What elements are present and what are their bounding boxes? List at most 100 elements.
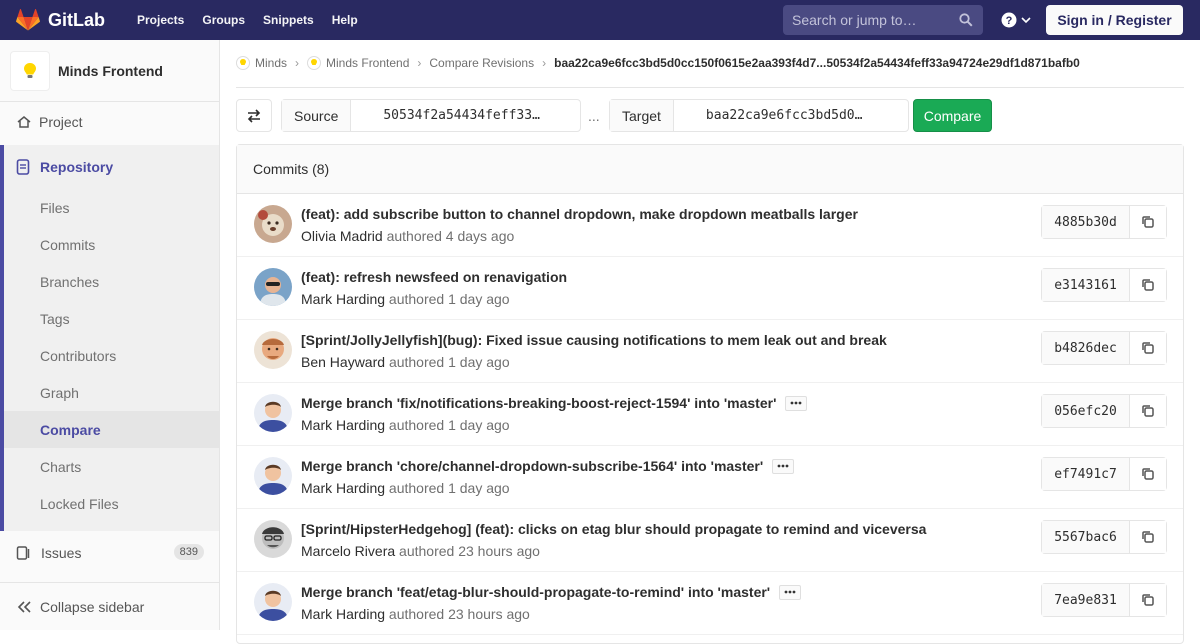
commit-sha-group: ef7491c7 (1041, 457, 1167, 491)
avatar[interactable] (254, 331, 292, 369)
sidebar-item-files[interactable]: Files (4, 189, 219, 226)
search-icon (959, 13, 973, 27)
commit-title-link[interactable]: Merge branch 'chore/channel-dropdown-sub… (301, 458, 763, 474)
nav-projects[interactable]: Projects (137, 13, 184, 27)
copy-sha-button[interactable] (1130, 458, 1166, 490)
commit-title-link[interactable]: (feat): refresh newsfeed on renavigation (301, 269, 567, 285)
expand-description-button[interactable] (772, 458, 795, 474)
sidebar-item-tags[interactable]: Tags (4, 300, 219, 337)
copy-sha-button[interactable] (1130, 521, 1166, 553)
commit-title-link[interactable]: (feat): add subscribe button to channel … (301, 206, 858, 222)
sidebar-item-charts[interactable]: Charts (4, 448, 219, 485)
commit-author[interactable]: Mark Harding (301, 480, 385, 496)
copy-sha-button[interactable] (1130, 269, 1166, 301)
commit-time: 1 day ago (448, 291, 510, 307)
chevron-right-icon: › (542, 56, 547, 70)
mark-harding-avatar (254, 268, 292, 306)
copy-sha-button[interactable] (1130, 332, 1166, 364)
breadcrumb-minds-frontend[interactable]: Minds Frontend (307, 56, 409, 70)
source-ref-value[interactable]: 50534f2a54434feff33… (351, 100, 540, 131)
sidebar-item-compare[interactable]: Compare (4, 411, 219, 448)
commit-sha-button[interactable]: 4885b30d (1042, 206, 1130, 238)
commit-sha-button[interactable]: 5567bac6 (1042, 521, 1130, 553)
commit-sha-group: e3143161 (1041, 268, 1167, 302)
commit-sha-button[interactable]: 7ea9e831 (1042, 584, 1130, 616)
sidebar-item-commits[interactable]: Commits (4, 226, 219, 263)
commit-title-link[interactable]: [Sprint/HipsterHedgehog] (feat): clicks … (301, 521, 926, 537)
sidebar-item-graph[interactable]: Graph (4, 374, 219, 411)
avatar[interactable] (254, 583, 292, 621)
avatar[interactable] (254, 520, 292, 558)
commit-title: Merge branch 'feat/etag-blur-should-prop… (301, 584, 802, 600)
sidebar-item-repository[interactable]: Repository (4, 145, 219, 189)
copy-sha-button[interactable] (1130, 206, 1166, 238)
avatar[interactable] (254, 268, 292, 306)
avatar[interactable] (254, 457, 292, 495)
breadcrumb-current[interactable]: baa22ca9e6fcc3bd5d0cc150f0615e2aa393f4d7… (554, 56, 1080, 70)
main-content: Minds › Minds Frontend › Compare Revisio… (220, 40, 1200, 644)
sidebar-item-project[interactable]: Project (0, 102, 219, 142)
chevron-right-icon: › (295, 56, 300, 70)
expand-description-button[interactable] (785, 395, 808, 411)
commit-sha-button[interactable]: e3143161 (1042, 269, 1130, 301)
authored-label: authored (388, 480, 445, 496)
project-header[interactable]: Minds Frontend (0, 40, 219, 102)
commit-author[interactable]: Mark Harding (301, 606, 385, 622)
commit-row: Merge branch 'fix/notifications-breaking… (237, 383, 1183, 446)
commit-title-link[interactable]: Merge branch 'feat/etag-blur-should-prop… (301, 584, 770, 600)
commit-time: 23 hours ago (448, 606, 530, 622)
nav-snippets[interactable]: Snippets (263, 13, 314, 27)
target-ref-selector[interactable]: Target baa22ca9e6fcc3bd5d0… (609, 99, 909, 132)
commit-author[interactable]: Ben Hayward (301, 354, 385, 370)
mark-harding-avatar (254, 457, 292, 495)
commit-meta: Mark Harding authored 1 day ago (301, 291, 510, 307)
commit-title-link[interactable]: [Sprint/JollyJellyfish](bug): Fixed issu… (301, 332, 887, 348)
source-label: Source (282, 100, 352, 131)
sidebar-item-branches[interactable]: Branches (4, 263, 219, 300)
search-input[interactable]: Search or jump to… (783, 5, 983, 35)
commit-sha-button[interactable]: b4826dec (1042, 332, 1130, 364)
swap-revisions-button[interactable] (236, 99, 272, 132)
commit-list: (feat): add subscribe button to channel … (237, 194, 1183, 635)
commit-time: 4 days ago (445, 228, 515, 244)
commit-sha-button[interactable]: ef7491c7 (1042, 458, 1130, 490)
ben-hayward-avatar (254, 331, 292, 369)
commit-author[interactable]: Mark Harding (301, 291, 385, 307)
copy-sha-button[interactable] (1130, 584, 1166, 616)
compare-button[interactable]: Compare (913, 99, 992, 132)
commit-sha-button[interactable]: 056efc20 (1042, 395, 1130, 427)
commit-sha-group: b4826dec (1041, 331, 1167, 365)
copy-icon (1142, 531, 1154, 543)
commit-meta: Ben Hayward authored 1 day ago (301, 354, 510, 370)
avatar[interactable] (254, 394, 292, 432)
top-navbar: GitLab Projects Groups Snippets Help Sea… (0, 0, 1200, 40)
sidebar-item-contributors[interactable]: Contributors (4, 337, 219, 374)
avatar[interactable] (254, 205, 292, 243)
expand-description-button[interactable] (779, 584, 802, 600)
gitlab-logo[interactable]: GitLab (16, 9, 105, 31)
double-chevron-left-icon (17, 600, 31, 613)
target-ref-value[interactable]: baa22ca9e6fcc3bd5d0… (674, 100, 863, 131)
breadcrumb-compare-revisions[interactable]: Compare Revisions (429, 56, 534, 70)
sidebar-item-issues[interactable]: Issues 839 (0, 533, 219, 573)
commit-author[interactable]: Olivia Madrid (301, 228, 383, 244)
authored-label: authored (388, 291, 445, 307)
commit-author[interactable]: Marcelo Rivera (301, 543, 395, 559)
nav-help[interactable]: Help (332, 13, 358, 27)
commit-row: [Sprint/HipsterHedgehog] (feat): clicks … (237, 509, 1183, 572)
sign-in-button[interactable]: Sign in / Register (1046, 5, 1183, 35)
document-icon (16, 159, 30, 175)
commit-title-link[interactable]: Merge branch 'fix/notifications-breaking… (301, 395, 776, 411)
source-ref-selector[interactable]: Source 50534f2a54434feff33… (281, 99, 581, 132)
nav-groups[interactable]: Groups (202, 13, 245, 27)
collapse-sidebar-button[interactable]: Collapse sidebar (0, 582, 219, 630)
commit-sha-group: 5567bac6 (1041, 520, 1167, 554)
commit-row: (feat): add subscribe button to channel … (237, 194, 1183, 257)
target-label: Target (610, 100, 674, 131)
copy-sha-button[interactable] (1130, 395, 1166, 427)
help-dropdown[interactable]: ? (1001, 12, 1031, 28)
commit-author[interactable]: Mark Harding (301, 417, 385, 433)
sidebar-item-locked-files[interactable]: Locked Files (4, 485, 219, 522)
copy-icon (1142, 216, 1154, 228)
breadcrumb-minds[interactable]: Minds (236, 56, 287, 70)
